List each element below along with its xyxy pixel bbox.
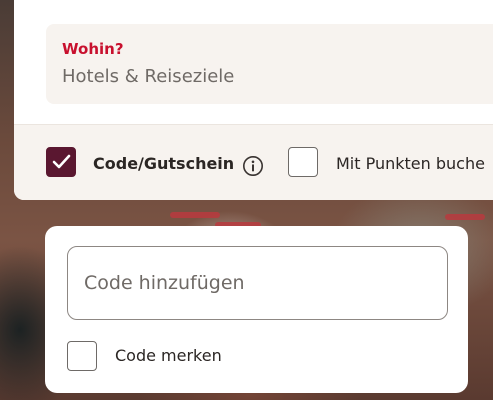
info-icon[interactable] xyxy=(242,155,264,177)
destination-field[interactable]: Wohin? Hotels & Reiseziele xyxy=(46,24,493,104)
remember-code-label[interactable]: Code merken xyxy=(115,346,222,365)
code-input[interactable] xyxy=(67,246,448,320)
photo-stripe xyxy=(170,212,220,218)
checkmark-icon xyxy=(52,154,71,169)
search-panel: Wohin? Hotels & Reiseziele Code/Gutschei… xyxy=(14,0,493,200)
points-label[interactable]: Mit Punkten buche xyxy=(336,154,485,173)
destination-label: Wohin? xyxy=(62,40,124,58)
code-voucher-checkbox[interactable] xyxy=(46,147,76,177)
photo-stripe xyxy=(445,214,485,220)
code-voucher-label[interactable]: Code/Gutschein xyxy=(93,154,234,173)
code-entry-card: Code merken xyxy=(45,226,468,393)
remember-code-checkbox[interactable] xyxy=(67,341,97,371)
booking-options-bar: Code/Gutschein Mit Punkten buche xyxy=(14,124,493,200)
destination-placeholder[interactable]: Hotels & Reiseziele xyxy=(62,66,234,87)
points-checkbox[interactable] xyxy=(288,147,318,177)
